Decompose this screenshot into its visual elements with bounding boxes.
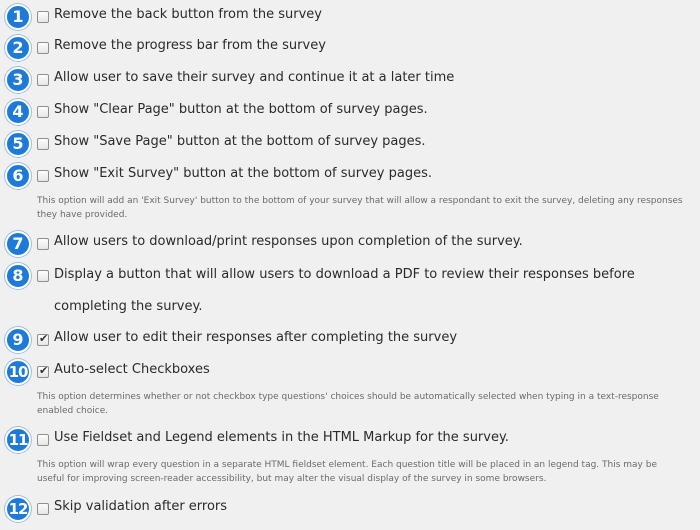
checkbox-skip-validation[interactable] [37, 503, 49, 515]
number-badge: 1 [5, 4, 31, 30]
number-badge: 6 [5, 163, 31, 189]
option-label[interactable]: Remove the progress bar from the survey [54, 38, 326, 53]
number-badge: 2 [5, 35, 31, 61]
checkbox-save-and-continue[interactable] [37, 74, 49, 86]
checkbox-exit-survey-button[interactable] [37, 170, 49, 182]
option-label[interactable]: Show "Clear Page" button at the bottom o… [54, 102, 428, 117]
number-badge: 8 [5, 263, 31, 289]
number-badge: 11 [5, 427, 31, 453]
checkbox-edit-responses[interactable] [37, 332, 49, 346]
option-label[interactable]: Allow users to download/print responses … [54, 234, 523, 249]
option-4: 4 Show "Clear Page" button at the bottom… [0, 97, 700, 125]
option-label[interactable]: Use Fieldset and Legend elements in the … [54, 430, 509, 445]
option-label[interactable]: Remove the back button from the survey [54, 7, 322, 22]
number-badge: 12 [5, 496, 31, 522]
option-8: 8 Display a button that will allow users… [0, 261, 700, 314]
option-description: This option will add an 'Exit Survey' bu… [37, 196, 683, 220]
option-6: 6 Show "Exit Survey" button at the botto… [0, 161, 700, 220]
option-label[interactable]: Show "Exit Survey" button at the bottom … [54, 166, 432, 181]
checkbox-download-print-responses[interactable] [37, 238, 49, 250]
checkbox-remove-progress-bar[interactable] [37, 42, 49, 54]
option-10: 10 Auto-select Checkboxes This option de… [0, 357, 700, 416]
option-1: 1 Remove the back button from the survey [0, 2, 700, 30]
option-12: 12 Skip validation after errors [0, 494, 700, 522]
option-2: 2 Remove the progress bar from the surve… [0, 33, 700, 61]
option-label[interactable]: Skip validation after errors [54, 499, 227, 514]
option-3: 3 Allow user to save their survey and co… [0, 65, 700, 93]
option-label[interactable]: Auto-select Checkboxes [54, 362, 210, 377]
number-badge: 4 [5, 99, 31, 125]
checkbox-remove-back-button[interactable] [37, 11, 49, 23]
option-7: 7 Allow users to download/print response… [0, 229, 700, 257]
checkbox-download-pdf-button[interactable] [37, 270, 49, 282]
checkbox-fieldset-legend[interactable] [37, 434, 49, 446]
checkbox-auto-select-checkboxes[interactable] [37, 364, 49, 378]
number-badge: 7 [5, 231, 31, 257]
option-label[interactable]: Show "Save Page" button at the bottom of… [54, 134, 426, 149]
option-description: This option will wrap every question in … [37, 460, 657, 484]
number-badge: 5 [5, 131, 31, 157]
option-label[interactable]: Display a button that will allow users t… [54, 259, 694, 323]
option-5: 5 Show "Save Page" button at the bottom … [0, 129, 700, 157]
number-badge: 9 [5, 327, 31, 353]
option-description: This option determines whether or not ch… [37, 392, 659, 416]
checkbox-save-page-button[interactable] [37, 138, 49, 150]
checkbox-clear-page-button[interactable] [37, 106, 49, 118]
option-9: 9 Allow user to edit their responses aft… [0, 325, 700, 353]
number-badge: 10 [5, 359, 31, 385]
option-label[interactable]: Allow user to save their survey and cont… [54, 70, 454, 85]
option-11: 11 Use Fieldset and Legend elements in t… [0, 425, 700, 484]
option-label[interactable]: Allow user to edit their responses after… [54, 330, 457, 345]
number-badge: 3 [5, 67, 31, 93]
